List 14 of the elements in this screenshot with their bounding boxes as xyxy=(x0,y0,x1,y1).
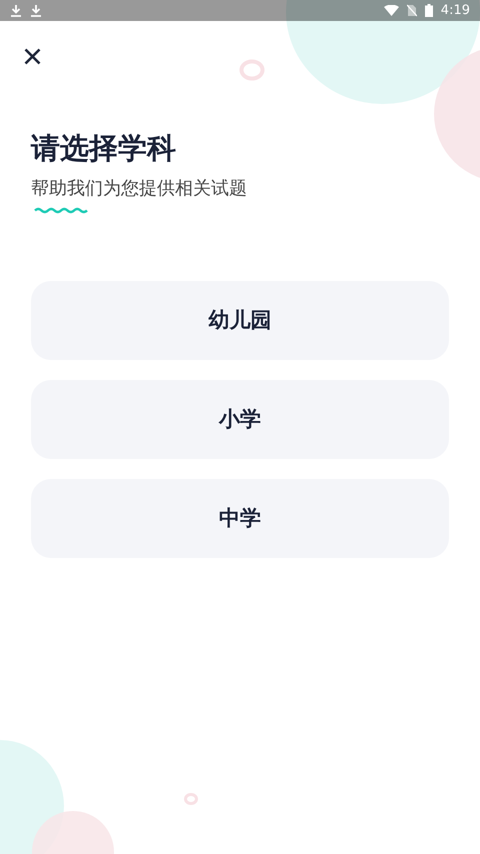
option-button[interactable]: 小学 xyxy=(31,380,449,459)
page-title: 请选择学科 xyxy=(31,130,177,166)
option-button[interactable]: 中学 xyxy=(31,478,449,558)
download-icon xyxy=(10,4,22,17)
ring-icon xyxy=(183,792,199,806)
page-subtitle: 帮助我们为您提供相关试题 xyxy=(31,178,248,201)
wave-decoration xyxy=(34,206,88,214)
wifi-icon xyxy=(384,5,399,16)
ring-icon xyxy=(239,59,265,81)
download-icon xyxy=(30,4,42,17)
close-icon xyxy=(24,48,40,64)
option-button[interactable]: 幼儿园 xyxy=(31,280,449,360)
no-sim-icon xyxy=(406,4,417,17)
status-time: 4:19 xyxy=(440,4,470,17)
